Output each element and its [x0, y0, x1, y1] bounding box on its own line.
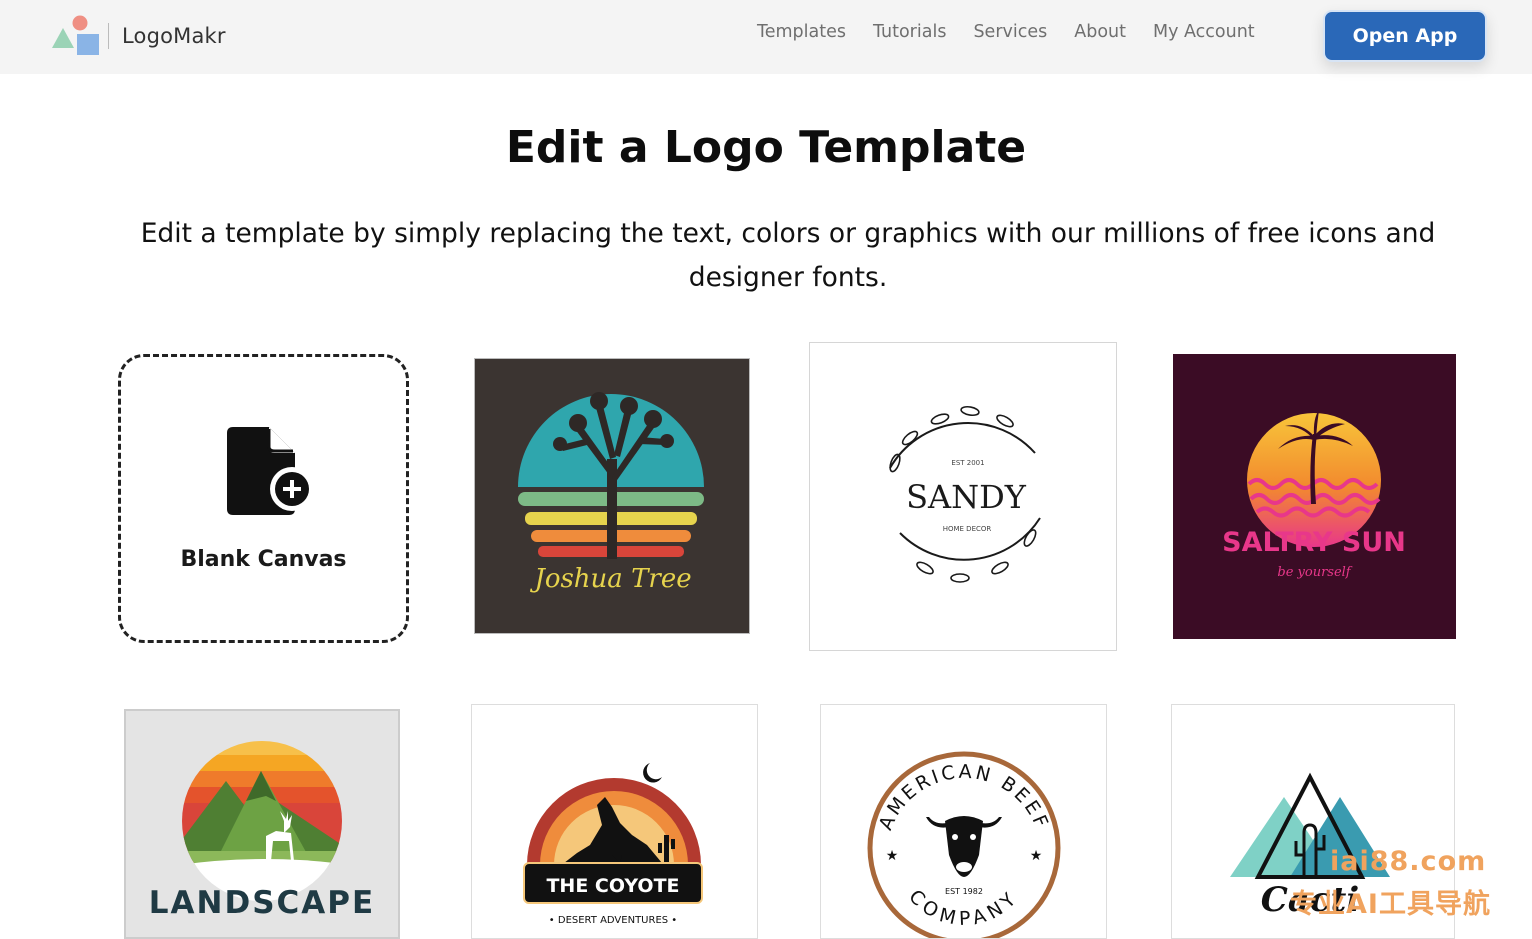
nav-tutorials[interactable]: Tutorials [873, 22, 946, 42]
page-title: Edit a Logo Template [505, 122, 1027, 173]
svg-text:EST 2001: EST 2001 [951, 459, 984, 467]
blank-canvas-label: Blank Canvas [180, 547, 347, 572]
logomakr-logo[interactable]: LogoMakr [50, 14, 226, 58]
svg-text:• DESERT ADVENTURES •: • DESERT ADVENTURES • [549, 915, 677, 926]
main-nav: Templates Tutorials Services About My Ac… [757, 22, 1282, 42]
saltry-sun-logo: SALTRY SUN be yourself [1222, 410, 1406, 580]
template-card-joshua-tree[interactable]: Joshua Tree [474, 358, 750, 634]
template-card-sandy[interactable]: EST 2001 SANDY HOME DECOR [809, 342, 1117, 651]
template-card-saltry-sun[interactable]: SALTRY SUN be yourself [1173, 354, 1456, 639]
page-subtitle: Edit a template by simply replacing the … [140, 218, 1436, 293]
svg-text:SALTRY SUN: SALTRY SUN [1222, 527, 1406, 558]
svg-text:★: ★ [886, 848, 899, 864]
svg-text:SANDY: SANDY [906, 478, 1027, 516]
template-card-the-coyote[interactable]: THE COYOTE • DESERT ADVENTURES • [471, 704, 758, 939]
svg-text:★: ★ [1030, 848, 1043, 864]
svg-text:LANDSCAPE: LANDSCAPE [149, 885, 375, 921]
header: LogoMakr Templates Tutorials Services Ab… [0, 0, 1532, 74]
template-card-american-beef[interactable]: AMERICAN BEEF COMPANY ★ ★ EST 1982 [820, 704, 1107, 939]
template-card-landscape[interactable]: LANDSCAPE [124, 709, 400, 939]
cacti-logo: Cacti [1230, 772, 1390, 920]
svg-text:EST 1982: EST 1982 [945, 887, 983, 896]
template-card-cacti[interactable]: Cacti [1171, 704, 1455, 939]
logo-shapes-icon [50, 14, 100, 58]
svg-text:be yourself: be yourself [1277, 565, 1352, 580]
blank-canvas-card[interactable]: Blank Canvas [118, 354, 409, 643]
logo-divider [108, 23, 109, 49]
nav-templates[interactable]: Templates [757, 22, 846, 42]
svg-text:Joshua Tree: Joshua Tree [529, 564, 691, 594]
the-coyote-logo: THE COYOTE • DESERT ADVENTURES • [523, 763, 703, 926]
sandy-logo: EST 2001 SANDY HOME DECOR [889, 405, 1041, 583]
svg-text:HOME DECOR: HOME DECOR [943, 525, 992, 533]
american-beef-logo: AMERICAN BEEF COMPANY ★ ★ EST 1982 [867, 751, 1061, 938]
open-app-button[interactable]: Open App [1323, 10, 1487, 62]
landscape-logo: LANDSCAPE [149, 741, 375, 921]
svg-text:Cacti: Cacti [1261, 880, 1359, 920]
svg-text:THE COYOTE: THE COYOTE [546, 875, 679, 897]
add-file-icon [225, 427, 315, 519]
joshua-tree-logo: Joshua Tree [518, 392, 704, 594]
nav-about[interactable]: About [1074, 22, 1126, 42]
nav-my-account[interactable]: My Account [1153, 22, 1255, 42]
nav-services[interactable]: Services [973, 22, 1047, 42]
logo-text: LogoMakr [122, 24, 226, 48]
